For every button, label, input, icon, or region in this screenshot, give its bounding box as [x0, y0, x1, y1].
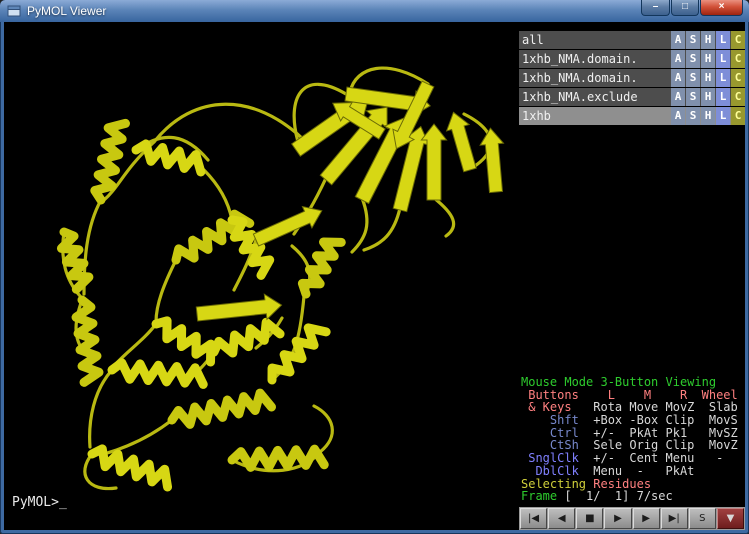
show-button[interactable]: S — [686, 69, 700, 87]
3d-viewport[interactable]: PyMOL>_ — [4, 22, 519, 530]
command-line[interactable]: PyMOL>_ — [12, 495, 67, 510]
step-back-button[interactable]: ◀ — [548, 508, 575, 529]
color-button[interactable]: C — [731, 107, 745, 125]
close-button[interactable]: × — [700, 0, 743, 16]
object-row[interactable]: 1xhb_NMA.domain. A S H L C — [519, 69, 745, 87]
label-button[interactable]: L — [716, 69, 730, 87]
app-icon[interactable] — [7, 5, 21, 17]
minimize-button[interactable]: – — [641, 0, 670, 16]
color-button[interactable]: C — [731, 88, 745, 106]
step-forward-button[interactable]: ▶ — [633, 508, 660, 529]
action-button[interactable]: A — [671, 69, 685, 87]
color-button[interactable]: C — [731, 50, 745, 68]
color-button[interactable]: C — [731, 69, 745, 87]
label-button[interactable]: L — [716, 107, 730, 125]
object-name[interactable]: all — [519, 31, 670, 49]
playback-bar: |◀ ◀ ■ ▶ ▶ ▶| S ▼ — [519, 507, 745, 530]
play-button[interactable]: ▶ — [604, 508, 631, 529]
pymol-window: PyMOL Viewer – □ × PyMOL>_ all A S H L C — [0, 0, 749, 534]
frame-counter-line: Frame [ 1/ 1] 7/sec — [521, 490, 745, 503]
object-name[interactable]: 1xhb_NMA.domain. — [519, 50, 670, 68]
mouse-help-panel: Mouse Mode 3-Button Viewing Buttons L M … — [519, 376, 745, 505]
object-row-all[interactable]: all A S H L C — [519, 31, 745, 49]
action-button[interactable]: A — [671, 88, 685, 106]
panel-spacer — [519, 126, 745, 376]
window-title: PyMOL Viewer — [27, 4, 106, 18]
seek-start-button[interactable]: |◀ — [520, 508, 547, 529]
label-button[interactable]: L — [716, 50, 730, 68]
object-name[interactable]: 1xhb_NMA.domain. — [519, 69, 670, 87]
titlebar[interactable]: PyMOL Viewer – □ × — [0, 0, 749, 22]
hide-button[interactable]: H — [701, 88, 715, 106]
show-button[interactable]: S — [686, 31, 700, 49]
fullscreen-button[interactable]: ▼ — [717, 508, 744, 529]
action-button[interactable]: A — [671, 31, 685, 49]
hide-button[interactable]: H — [701, 50, 715, 68]
show-button[interactable]: S — [686, 50, 700, 68]
hide-button[interactable]: H — [701, 69, 715, 87]
object-name[interactable]: 1xhb_NMA.exclude — [519, 88, 670, 106]
object-row[interactable]: 1xhb_NMA.domain. A S H L C — [519, 50, 745, 68]
hide-button[interactable]: H — [701, 31, 715, 49]
hide-button[interactable]: H — [701, 107, 715, 125]
scene-button[interactable]: S — [689, 508, 716, 529]
stop-button[interactable]: ■ — [576, 508, 603, 529]
object-row-selected[interactable]: 1xhb A S H L C — [519, 107, 745, 125]
show-button[interactable]: S — [686, 107, 700, 125]
label-button[interactable]: L — [716, 88, 730, 106]
control-panel: all A S H L C 1xhb_NMA.domain. A S H L C — [519, 22, 745, 530]
protein-cartoon — [4, 22, 519, 530]
show-button[interactable]: S — [686, 88, 700, 106]
action-button[interactable]: A — [671, 107, 685, 125]
object-row[interactable]: 1xhb_NMA.exclude A S H L C — [519, 88, 745, 106]
label-button[interactable]: L — [716, 31, 730, 49]
color-button[interactable]: C — [731, 31, 745, 49]
maximize-button[interactable]: □ — [671, 0, 699, 16]
object-name[interactable]: 1xhb — [519, 107, 670, 125]
seek-end-button[interactable]: ▶| — [661, 508, 688, 529]
action-button[interactable]: A — [671, 50, 685, 68]
